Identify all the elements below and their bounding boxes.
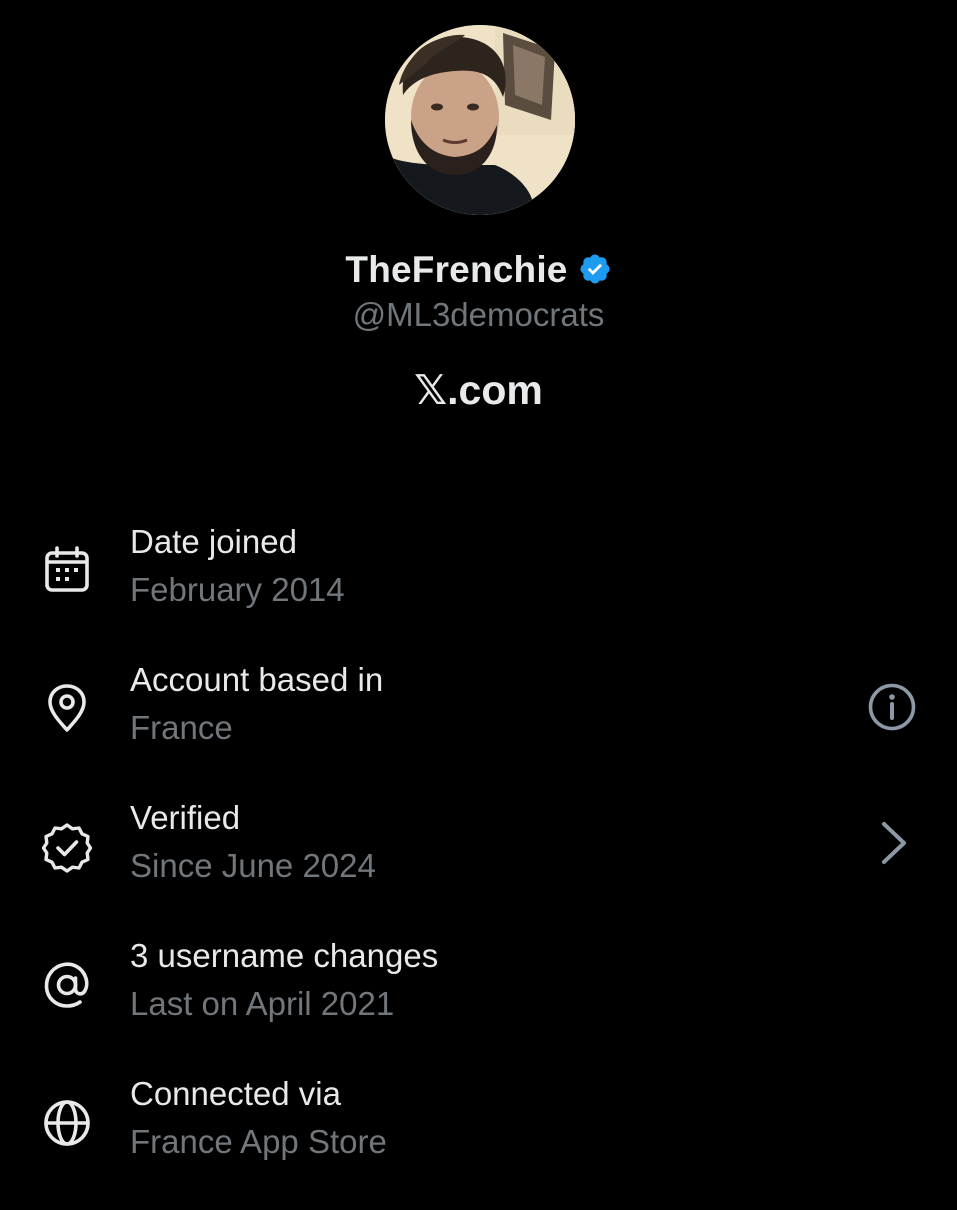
location-pin-icon xyxy=(38,680,96,738)
row-label: Verified xyxy=(130,799,241,836)
verified-badge-outline-icon xyxy=(38,818,96,876)
verified-row[interactable]: Verified Since June 2024 xyxy=(0,796,957,934)
info-icon[interactable] xyxy=(863,678,921,736)
profile-handle: @ML3democrats xyxy=(352,296,605,333)
account-based-in-row: Account based in France xyxy=(0,658,957,796)
about-account-list: Date joined February 2014 Account based … xyxy=(0,520,957,1210)
row-label: 3 username changes xyxy=(130,937,439,974)
username-changes-row: 3 username changes Last on April 2021 xyxy=(0,934,957,1072)
row-label: Account based in xyxy=(130,661,384,698)
platform-label: 𝕏.com xyxy=(414,367,543,413)
row-value: France xyxy=(130,709,233,746)
row-value: Last on April 2021 xyxy=(130,985,395,1022)
connected-via-row: Connected via France App Store xyxy=(0,1072,957,1210)
row-label: Connected via xyxy=(130,1075,341,1112)
verified-badge-icon xyxy=(578,250,612,291)
profile-avatar[interactable] xyxy=(385,25,575,215)
row-value: Since June 2024 xyxy=(130,847,376,884)
chevron-right-icon[interactable] xyxy=(872,818,916,868)
display-name: TheFrenchie xyxy=(345,249,568,290)
calendar-icon xyxy=(38,542,96,600)
date-joined-row: Date joined February 2014 xyxy=(0,520,957,658)
globe-icon xyxy=(38,1094,96,1152)
row-value: February 2014 xyxy=(130,571,345,608)
at-sign-icon xyxy=(38,956,96,1014)
row-label: Date joined xyxy=(130,523,297,560)
display-name-row: TheFrenchie xyxy=(0,244,957,296)
row-value: France App Store xyxy=(130,1123,387,1160)
